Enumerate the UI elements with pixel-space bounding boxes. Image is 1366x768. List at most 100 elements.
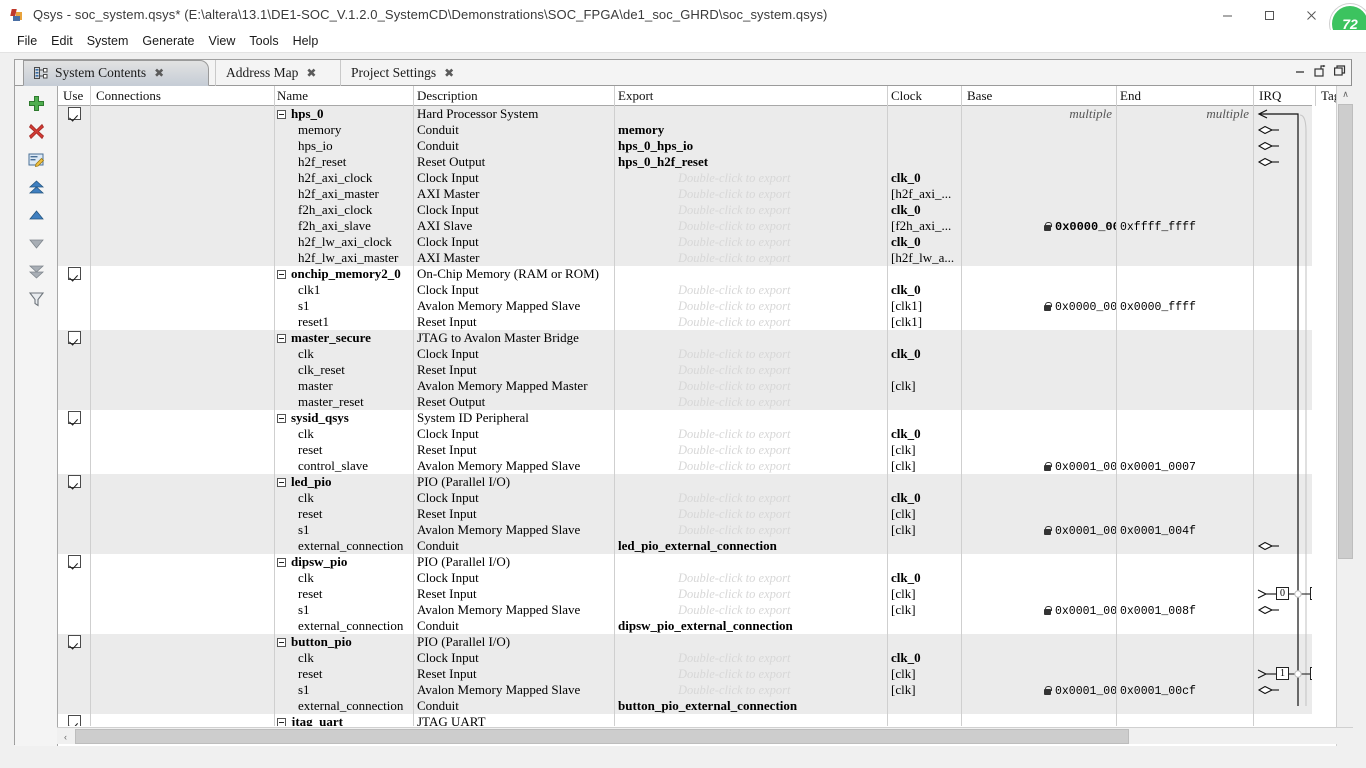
clock-cell[interactable]: [clk] bbox=[888, 442, 962, 458]
table-row[interactable]: reset Reset Input Double-click to export [c… bbox=[58, 442, 1312, 458]
lock-icon[interactable] bbox=[1044, 461, 1052, 471]
irq-cell[interactable] bbox=[1254, 714, 1312, 726]
use-checkbox[interactable] bbox=[67, 331, 81, 344]
tab-project-settings[interactable]: Project Settings ✖ bbox=[340, 60, 485, 86]
clock-cell[interactable]: [clk] bbox=[888, 378, 962, 394]
irq-cell[interactable] bbox=[1254, 298, 1312, 314]
scroll-left-arrow-icon[interactable]: ‹ bbox=[57, 728, 74, 745]
column-header-name[interactable]: Name bbox=[275, 86, 414, 106]
export-cell[interactable]: Double-click to export bbox=[615, 202, 888, 218]
clock-cell[interactable] bbox=[888, 330, 962, 346]
table-row[interactable]: master_reset Reset Output Double-click to … bbox=[58, 394, 1312, 410]
clock-cell[interactable]: [clk] bbox=[888, 666, 962, 682]
irq-cell[interactable] bbox=[1254, 330, 1312, 346]
irq-cell[interactable] bbox=[1254, 490, 1312, 506]
export-cell[interactable]: hps_0_hps_io bbox=[615, 138, 888, 154]
connections-cell[interactable] bbox=[91, 458, 275, 474]
connections-cell[interactable] bbox=[91, 122, 275, 138]
connections-cell[interactable] bbox=[91, 650, 275, 666]
irq-cell[interactable] bbox=[1254, 410, 1312, 426]
irq-cell[interactable] bbox=[1254, 250, 1312, 266]
export-cell[interactable]: Double-click to export bbox=[615, 378, 888, 394]
table-row[interactable]: h2f_axi_master AXI Master Double-click to … bbox=[58, 186, 1312, 202]
export-cell[interactable]: Double-click to export bbox=[615, 458, 888, 474]
base-cell[interactable] bbox=[962, 634, 1117, 650]
clock-cell[interactable]: clk_0 bbox=[888, 202, 962, 218]
connections-cell[interactable] bbox=[91, 602, 275, 618]
table-row[interactable]: reset Reset Input Double-click to export [c… bbox=[58, 666, 1312, 682]
connections-cell[interactable] bbox=[91, 202, 275, 218]
irq-cell[interactable] bbox=[1254, 282, 1312, 298]
connections-cell[interactable] bbox=[91, 474, 275, 490]
base-cell[interactable] bbox=[962, 378, 1117, 394]
export-cell[interactable]: memory bbox=[615, 122, 888, 138]
export-cell[interactable]: hps_0_h2f_reset bbox=[615, 154, 888, 170]
clock-cell[interactable]: [clk1] bbox=[888, 314, 962, 330]
irq-cell[interactable] bbox=[1254, 362, 1312, 378]
table-row[interactable]: external_connection Conduit led_pio_extern… bbox=[58, 538, 1312, 554]
collapse-expander-icon[interactable] bbox=[277, 477, 286, 487]
clock-cell[interactable] bbox=[888, 122, 962, 138]
base-cell[interactable] bbox=[962, 538, 1117, 554]
tab-address-map[interactable]: Address Map ✖ bbox=[215, 60, 340, 86]
connections-cell[interactable] bbox=[91, 554, 275, 570]
base-cell[interactable]: 0x0001_0040 bbox=[962, 522, 1117, 538]
clock-cell[interactable] bbox=[888, 410, 962, 426]
irq-cell[interactable] bbox=[1254, 138, 1312, 154]
column-header-base[interactable]: Base bbox=[962, 86, 1117, 106]
table-row[interactable]: external_connection Conduit button_pio_ext… bbox=[58, 698, 1312, 714]
remove-component-button[interactable] bbox=[24, 118, 48, 144]
table-row[interactable]: s1 Avalon Memory Mapped Slave Double-click… bbox=[58, 298, 1312, 314]
minimize-panel-button[interactable] bbox=[1293, 64, 1307, 78]
use-checkbox[interactable] bbox=[67, 635, 81, 648]
minimize-button[interactable] bbox=[1206, 0, 1248, 30]
lock-icon[interactable] bbox=[1044, 605, 1052, 615]
move-down-button[interactable] bbox=[24, 230, 48, 256]
horizontal-scroll-thumb[interactable] bbox=[75, 729, 1129, 744]
connections-cell[interactable] bbox=[91, 314, 275, 330]
base-cell[interactable] bbox=[962, 250, 1117, 266]
export-cell[interactable]: Double-click to export bbox=[615, 490, 888, 506]
connections-cell[interactable] bbox=[91, 410, 275, 426]
base-cell[interactable] bbox=[962, 282, 1117, 298]
menu-file[interactable]: File bbox=[10, 32, 44, 50]
name-cell[interactable]: clk bbox=[275, 490, 414, 506]
base-cell[interactable] bbox=[962, 714, 1117, 726]
table-row-module[interactable]: master_secure JTAG to Avalon Master Bridg… bbox=[58, 330, 1312, 346]
table-row-module[interactable]: onchip_memory2_0 On-Chip Memory (RAM or R… bbox=[58, 266, 1312, 282]
name-cell[interactable]: jtag_uart bbox=[275, 714, 414, 726]
name-cell[interactable]: clk bbox=[275, 426, 414, 442]
irq-cell[interactable] bbox=[1254, 218, 1312, 234]
collapse-expander-icon[interactable] bbox=[277, 109, 286, 119]
tab-close-address-map[interactable]: ✖ bbox=[306, 66, 316, 80]
export-cell[interactable]: Double-click to export bbox=[615, 282, 888, 298]
base-cell[interactable] bbox=[962, 650, 1117, 666]
name-cell[interactable]: control_slave bbox=[275, 458, 414, 474]
table-row[interactable]: s1 Avalon Memory Mapped Slave Double-click… bbox=[58, 682, 1312, 698]
collapse-expander-icon[interactable] bbox=[277, 717, 286, 726]
clock-cell[interactable] bbox=[888, 154, 962, 170]
export-cell[interactable]: Double-click to export bbox=[615, 314, 888, 330]
irq-number-box[interactable]: 0 bbox=[1276, 587, 1289, 600]
export-cell[interactable]: Double-click to export bbox=[615, 506, 888, 522]
name-cell[interactable]: reset bbox=[275, 442, 414, 458]
clock-cell[interactable]: [clk] bbox=[888, 522, 962, 538]
base-cell[interactable] bbox=[962, 154, 1117, 170]
clock-cell[interactable] bbox=[888, 266, 962, 282]
table-row[interactable]: external_connection Conduit dipsw_pio_exte… bbox=[58, 618, 1312, 634]
connections-cell[interactable] bbox=[91, 586, 275, 602]
collapse-expander-icon[interactable] bbox=[277, 637, 286, 647]
irq-cell[interactable] bbox=[1254, 186, 1312, 202]
name-cell[interactable]: f2h_axi_slave bbox=[275, 218, 414, 234]
clock-cell[interactable]: clk_0 bbox=[888, 570, 962, 586]
irq-cell[interactable] bbox=[1254, 618, 1312, 634]
irq-number-box-secondary[interactable]: 0 bbox=[1310, 587, 1312, 600]
clock-cell[interactable] bbox=[888, 714, 962, 726]
connections-cell[interactable] bbox=[91, 346, 275, 362]
name-cell[interactable]: clk bbox=[275, 346, 414, 362]
irq-cell[interactable] bbox=[1254, 314, 1312, 330]
connections-cell[interactable] bbox=[91, 138, 275, 154]
base-cell[interactable] bbox=[962, 554, 1117, 570]
clock-cell[interactable] bbox=[888, 474, 962, 490]
irq-cell[interactable] bbox=[1254, 394, 1312, 410]
